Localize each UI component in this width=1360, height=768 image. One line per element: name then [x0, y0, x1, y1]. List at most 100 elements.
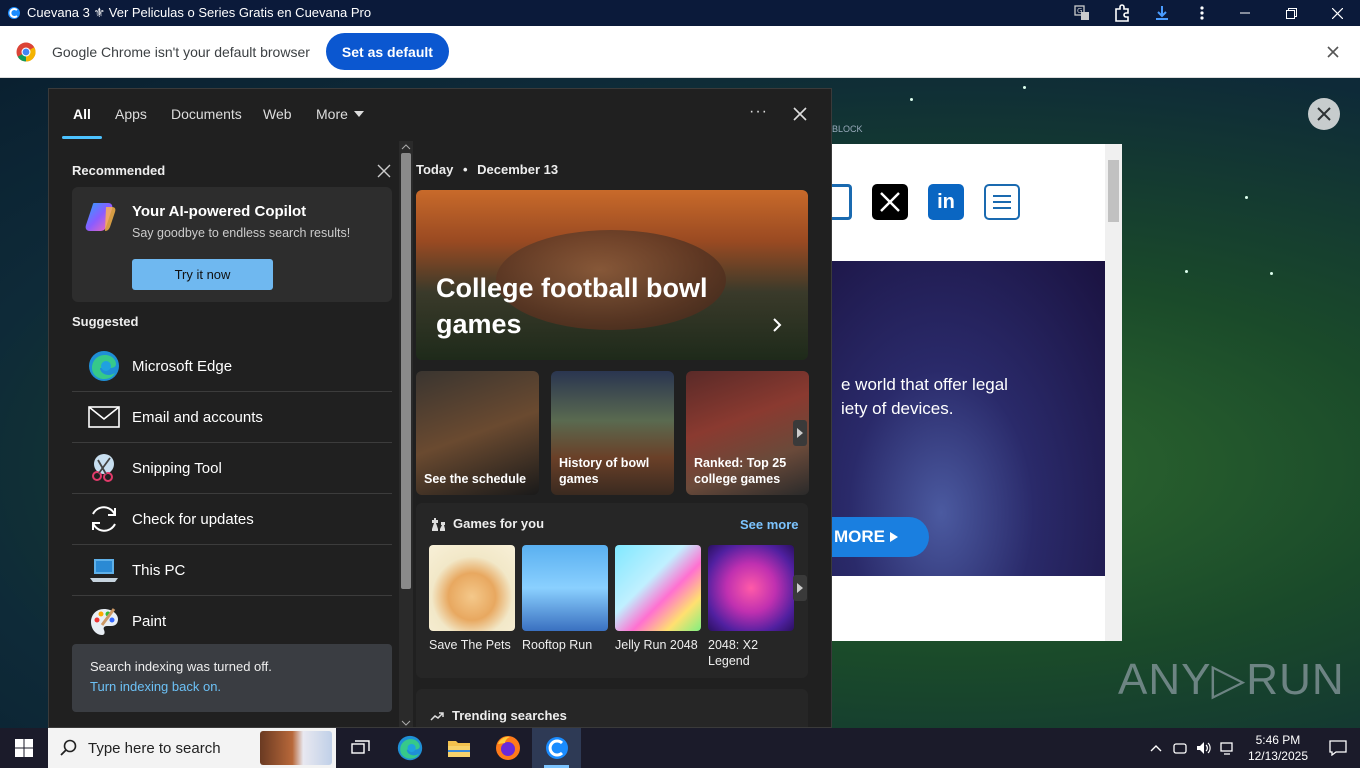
game-jelly-run-2048[interactable]: Jelly Run 2048: [615, 545, 701, 653]
show-hidden-icons-chevron-icon[interactable]: [1144, 728, 1168, 768]
bullet-separator: •: [462, 162, 468, 177]
star: [910, 98, 913, 101]
turn-indexing-on-link[interactable]: Turn indexing back on.: [90, 679, 374, 694]
cuevana-logo-icon: [8, 7, 20, 19]
taskbar-edge[interactable]: [385, 728, 434, 768]
topic-tiles: See the schedule History of bowl games R…: [416, 371, 810, 495]
tiles-next-button[interactable]: [793, 420, 807, 446]
scroll-up-icon[interactable]: [399, 142, 413, 152]
today-heading: Today • December 13: [416, 162, 558, 177]
start-button[interactable]: [0, 728, 48, 768]
today-date: December 13: [477, 162, 559, 177]
indexing-message: Search indexing was turned off.: [90, 659, 272, 674]
ad-scroll-thumb[interactable]: [1108, 160, 1119, 222]
games-section: Games for you See more Save The Pets Roo…: [416, 503, 808, 678]
network-icon[interactable]: [1216, 728, 1240, 768]
x-twitter-icon[interactable]: [872, 184, 908, 220]
taskbar-search-box[interactable]: Type here to search: [48, 728, 336, 768]
close-window-button[interactable]: [1314, 0, 1360, 26]
left-scroll-thumb[interactable]: [401, 153, 411, 589]
tile-see-schedule[interactable]: See the schedule: [416, 371, 539, 495]
app-check-for-updates[interactable]: Check for updates: [72, 494, 392, 545]
tile-history-of-bowl-games[interactable]: History of bowl games: [551, 371, 674, 495]
edge-icon: [86, 348, 122, 384]
banner-text: e world that offer legal iety of devices…: [841, 373, 1008, 421]
translate-icon[interactable]: G: [1062, 0, 1102, 26]
menu-dots-icon[interactable]: [1182, 0, 1222, 26]
restore-button[interactable]: [1268, 0, 1314, 26]
game-thumbnail: [429, 545, 515, 631]
copilot-card[interactable]: Your AI-powered Copilot Say goodbye to e…: [72, 187, 392, 302]
browser-titlebar: Cuevana 3 ⚜ Ver Peliculas o Series Grati…: [0, 0, 1360, 26]
download-icon[interactable]: [1142, 0, 1182, 26]
menu-icon[interactable]: [984, 184, 1020, 220]
cuevana-app-icon: [545, 737, 568, 759]
search-placeholder: Type here to search: [88, 739, 221, 757]
game-2048-x2-legend[interactable]: 2048: X2 Legend: [708, 545, 794, 669]
taskbar-file-explorer[interactable]: [434, 728, 483, 768]
system-tray: 5:46 PM 12/13/2025: [1144, 728, 1360, 768]
chevron-down-icon: [353, 111, 364, 117]
app-label: This PC: [132, 561, 186, 579]
hero-card[interactable]: College football bowl games: [416, 190, 808, 360]
notification-center-button[interactable]: [1316, 728, 1360, 768]
task-view-button[interactable]: [336, 728, 385, 768]
notification-icon: [1329, 740, 1347, 756]
ad-scrollbar[interactable]: [1105, 144, 1122, 641]
clock-time: 5:46 PM: [1255, 733, 1301, 747]
tab-all[interactable]: All: [73, 106, 91, 122]
game-rooftop-run[interactable]: Rooftop Run: [522, 545, 608, 653]
game-thumbnail: [522, 545, 608, 631]
tile-title: Ranked: Top 25 college games: [694, 456, 787, 486]
left-scrollbar[interactable]: [399, 141, 413, 728]
clock[interactable]: 5:46 PM 12/13/2025: [1248, 732, 1308, 764]
more-button[interactable]: MORE: [832, 517, 929, 557]
more-label: MORE: [834, 527, 885, 546]
game-label: Save The Pets: [429, 638, 511, 652]
meet-now-icon[interactable]: [1168, 728, 1192, 768]
window-title: Cuevana 3 ⚜ Ver Peliculas o Series Grati…: [27, 5, 372, 20]
app-snipping-tool[interactable]: Snipping Tool: [72, 443, 392, 494]
edge-icon: [397, 735, 422, 761]
trending-heading: Trending searches: [430, 708, 567, 723]
taskbar-cuevana[interactable]: [532, 728, 581, 768]
game-thumbnail: [615, 545, 701, 631]
app-microsoft-edge[interactable]: Microsoft Edge: [72, 341, 392, 392]
panel-close-icon[interactable]: [791, 105, 809, 123]
ad-close-button[interactable]: [1308, 98, 1340, 130]
app-paint[interactable]: Paint: [72, 596, 392, 647]
taskbar-firefox[interactable]: [483, 728, 532, 768]
infobar-close-icon[interactable]: [1324, 43, 1342, 61]
star: [1245, 196, 1248, 199]
app-this-pc[interactable]: This PC: [72, 545, 392, 596]
mail-icon: [86, 399, 122, 435]
scroll-down-icon[interactable]: [399, 718, 413, 728]
chevron-right-icon: [797, 583, 803, 593]
tab-apps[interactable]: Apps: [115, 106, 147, 122]
minimize-button[interactable]: [1222, 0, 1268, 26]
see-more-link[interactable]: See more: [740, 517, 799, 532]
linkedin-icon[interactable]: in: [928, 184, 964, 220]
app-label: Paint: [132, 613, 167, 630]
games-next-button[interactable]: [793, 575, 807, 601]
game-save-the-pets[interactable]: Save The Pets: [429, 545, 515, 653]
tab-documents[interactable]: Documents: [171, 106, 242, 122]
try-it-now-button[interactable]: Try it now: [132, 259, 273, 290]
recommended-title: Recommended: [72, 163, 166, 178]
recommended-close-icon[interactable]: [377, 164, 391, 178]
options-dots-icon[interactable]: ···: [749, 103, 768, 121]
volume-icon[interactable]: [1192, 728, 1216, 768]
search-icon: [60, 739, 77, 756]
tab-more[interactable]: More: [316, 106, 364, 122]
task-view-icon: [350, 740, 370, 754]
tab-web[interactable]: Web: [263, 106, 292, 122]
search-highlight-thumbnail[interactable]: [260, 731, 332, 765]
app-email-and-accounts[interactable]: Email and accounts: [72, 392, 392, 443]
ad-banner: e world that offer legal iety of devices…: [832, 261, 1105, 576]
copilot-logo-icon: [85, 203, 116, 231]
search-social-icon[interactable]: [832, 184, 852, 220]
extensions-icon[interactable]: [1102, 0, 1142, 26]
set-as-default-button[interactable]: Set as default: [325, 33, 449, 70]
game-thumbnail: [708, 545, 794, 631]
tile-ranked-top-25[interactable]: Ranked: Top 25 college games: [686, 371, 809, 495]
